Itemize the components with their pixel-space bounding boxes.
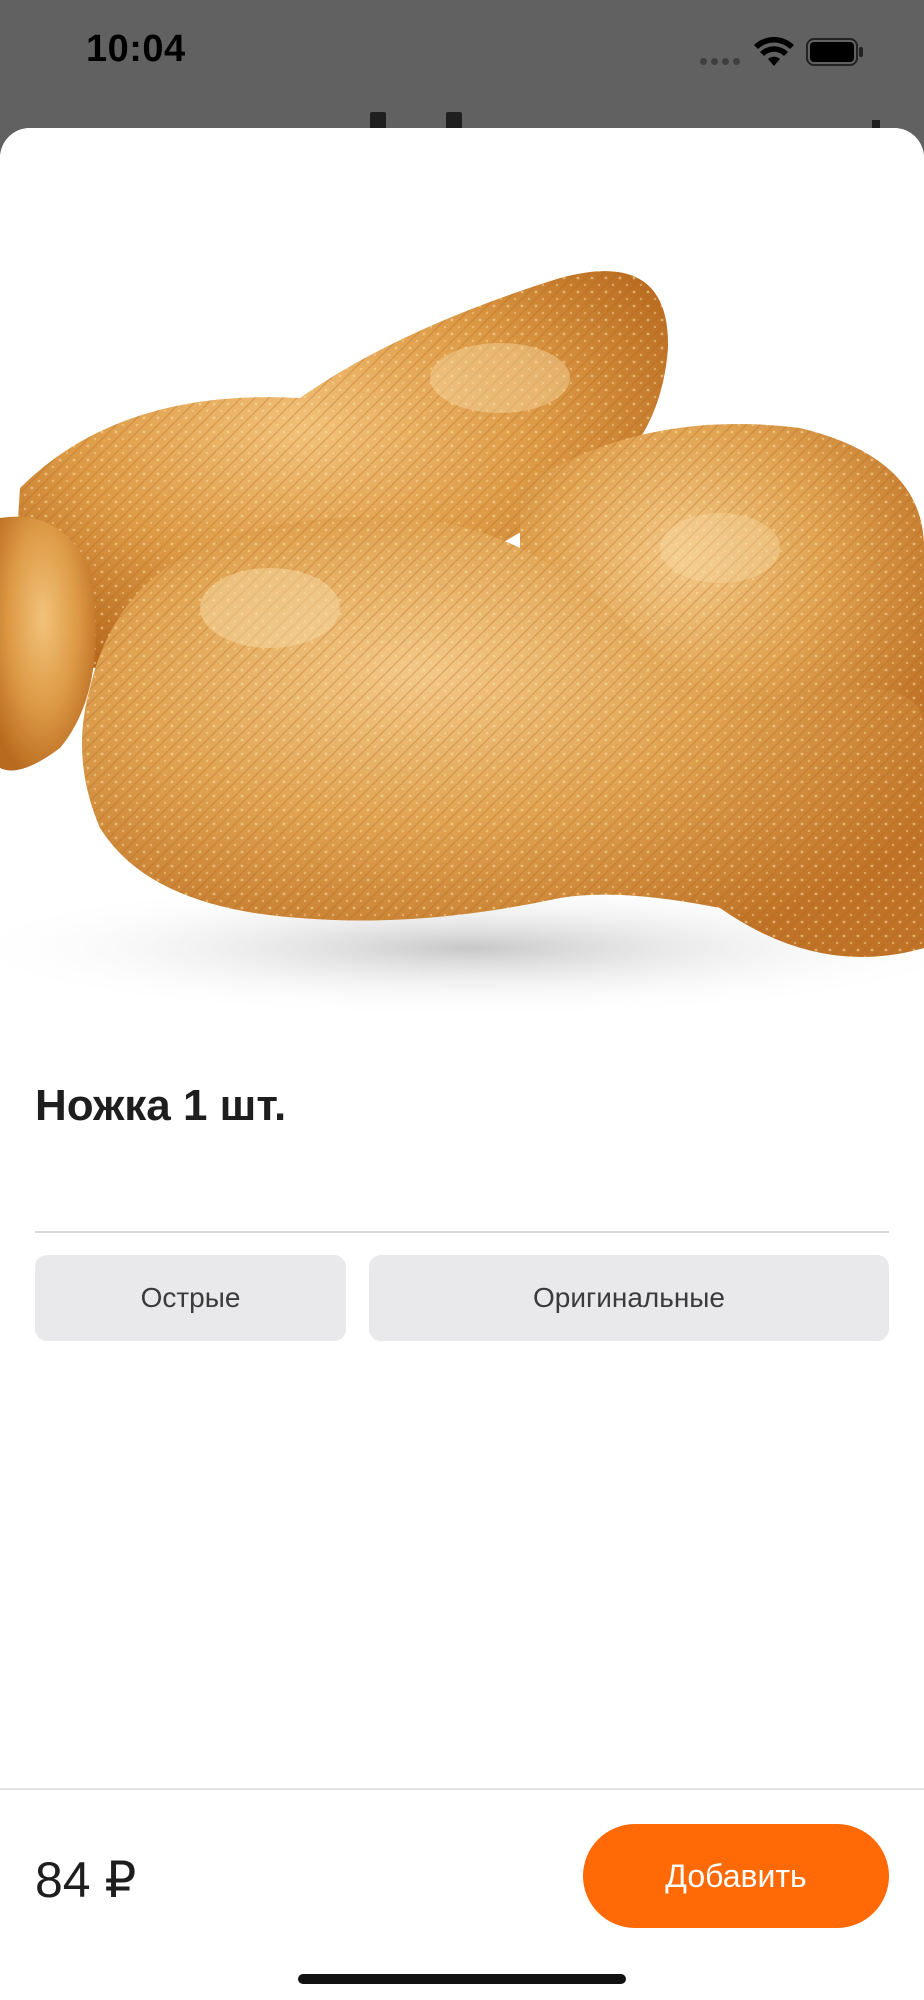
price-label: 84 ₽	[35, 1852, 137, 1908]
option-original-button[interactable]: Оригинальные	[369, 1255, 889, 1341]
status-bar: 10:04	[0, 0, 924, 110]
status-time: 10:04	[86, 28, 186, 70]
product-image	[0, 128, 924, 1028]
add-to-cart-button[interactable]: Добавить	[583, 1824, 889, 1928]
product-sheet: Ножка 1 шт. Острые Оригинальные 84 ₽ Доб…	[0, 128, 924, 2000]
background-screen-title	[370, 112, 550, 128]
cellular-signal-icon	[700, 58, 740, 65]
wifi-icon	[754, 37, 794, 66]
option-spicy-button[interactable]: Острые	[35, 1255, 346, 1341]
product-title: Ножка 1 шт.	[35, 1081, 287, 1130]
battery-icon	[806, 38, 863, 66]
divider	[35, 1231, 889, 1233]
footer-divider	[0, 1788, 924, 1790]
home-indicator	[298, 1974, 626, 1984]
